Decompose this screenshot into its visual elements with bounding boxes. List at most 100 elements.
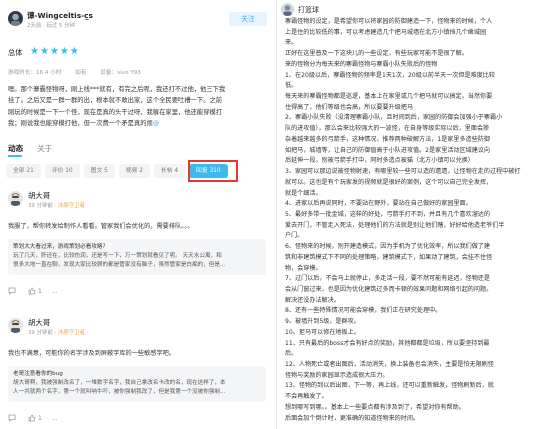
avatar[interactable] — [8, 11, 23, 26]
comment-username[interactable]: 胡大哥 — [28, 317, 50, 328]
tab-activity[interactable]: 动态 — [8, 143, 23, 157]
quoted-line: 玩了几天，肝还在，比较伤润，还是写一下，万一策划就看见了呢。 天天水公寓，和 — [13, 253, 222, 260]
reply-line: 12、人物死亡或者出图后，活动消失，换上装备也会消失，主要是怕无限刷怪 — [285, 361, 494, 368]
reply-line: 后。 — [285, 350, 298, 358]
review-line: 挂了。之后又是一群一群的出，根本就不敢出家，这个全民要吐槽一下。之前 — [8, 97, 223, 105]
user-tag: 冰原守卫者 — [57, 330, 85, 336]
follow-button[interactable]: 关注 — [229, 12, 267, 26]
reply-line: 11、只有最后的boss才会有好点的奖励，其他都都是垃圾，所以要坚持到最 — [285, 339, 490, 347]
star-icon: ★ — [69, 46, 79, 57]
user-tag: 冰原守卫者 — [57, 203, 85, 209]
chip-all[interactable]: 全部 21 — [6, 164, 41, 178]
star-icon: ★ — [49, 46, 59, 57]
username[interactable]: 谭-Wingceltis-c̲s — [27, 10, 93, 21]
mention-link[interactable]: @ — [153, 120, 159, 127]
reply-line: 杂着越来越多的弓箭手，这种情况，推荐两种破解方法，1是家里多造些防御 — [285, 135, 490, 143]
reply-line: 后面会加个倒计时，更准确的知道怪物来的时间。 — [285, 414, 420, 422]
developer-reply-panel: 打篮球 寨霸怪物的设定，是希望你可以将家园的防御建造一下，怪物来的时候，个人 上是… — [277, 0, 554, 429]
chip-long-posts[interactable]: 长帖 4 — [153, 164, 186, 178]
chip-reviews[interactable]: 评价 10 — [44, 164, 80, 178]
chip-videos[interactable]: 视频 2 — [118, 164, 150, 178]
comment-actions: 1 ... — [8, 287, 58, 295]
avatar[interactable] — [281, 3, 294, 16]
reply-line: 来。 — [285, 39, 298, 47]
comment-actions: 1 ... — [8, 414, 58, 422]
more-icon: ... — [51, 414, 58, 422]
reply-line: 9、被墙升到5级，是群攻。 — [285, 318, 360, 326]
reply-button[interactable] — [8, 414, 18, 422]
star-rating: ★ ★ ★ ★ ★ — [30, 47, 79, 57]
reply-line: 6、怪物来的时候，别开建造模式，因为手机为了优化效率，所以我们做了建 — [285, 243, 490, 251]
reply-line: 想到哪写到哪。。基本上一些要点都有涉及到了，希望对你有帮助。 — [285, 403, 465, 411]
like-button[interactable]: 1 — [28, 414, 42, 422]
chip-images[interactable]: 图文 5 — [83, 164, 115, 178]
review-info: 游戏时长：16.4 小时 如有 设备：vivo Y93 — [8, 68, 153, 76]
avatar[interactable] — [8, 318, 23, 333]
reply-line: 来的怪物分为每天来的寨霸怪物与寨霸小队失败后的怪物 — [285, 60, 438, 68]
comment-icon — [8, 287, 16, 295]
quoted-post[interactable]: 老哥注意看你的bug 胡大哥啊，我被强制改名了，一堆数字名字，我自己拿改名卡改的… — [8, 366, 266, 402]
avatar-image — [281, 3, 294, 16]
review-text: 嗯。那个寨霸怪物呀，刚上线***就有，有完之后呢，我还打不过他，他三下我 挂了。… — [8, 84, 270, 130]
reply-line: 4、进家以后再说同时，不要站在野外，要站在自己做好的家园里面。 — [285, 200, 472, 208]
reply-line: 会从门窗过来，也是因为优化建筑过多而卡顿的效果问题和网络引起的问题。 — [285, 285, 493, 293]
comment-text: 我也不满意，可能你的名字涉及到屏蔽字库的一些敏感字吧。 — [8, 350, 176, 357]
comment-text: 我服了，帮你转发给制作人看看。管家我们会优化的，需要排队。。。 — [8, 223, 194, 230]
playtime: 游戏时长：16.4 小时 — [8, 70, 62, 76]
reply-line: 3、家园可以那边说被怪物射速，有哪里较一些可以造的遗遗，让怪物在走的过程中被打 — [285, 168, 521, 176]
review-panel: 谭-Wingceltis-c̲s 2天前 · 玩过 5 分钟 关注 总体 ★ ★… — [0, 0, 276, 429]
reply-line: 每天来的寨霸怪物都是巡逻，基本上在家里或几个把马就可以搞定。当然你要 — [285, 93, 493, 101]
reply-line: 后延伸一段，别被弓箭手打中，同时多造点被猫（北方小镇可以兑换） — [285, 157, 474, 165]
device: 设备：vivo Y93 — [100, 70, 141, 76]
review-line: 嗯。那个寨霸怪物呀，刚上线***就有，有完之后呢，我还打不过他，他三下我 — [8, 86, 226, 93]
quoted-post[interactable]: 策划大大看过来，游戏策划必看攻略？ 玩了几天，肝还在，比较伤润，还是写一下，万一… — [8, 239, 266, 275]
reply-line: 8、还有一些特殊情况可能会穿模，我们正在研究处理中。 — [285, 307, 442, 315]
reply-line: 5、最好多带一批金城，这样的好处，弓箭手打不到，并且有几个喜欢溜达的 — [285, 210, 490, 218]
reply-line: 不会再触发了。 — [285, 393, 328, 401]
reply-line: 7、过门以后，不会马上就停止，多走活一段，要不然可能有延迟，怪物还是 — [285, 275, 490, 283]
reply-author[interactable]: 打篮球 — [298, 5, 319, 15]
like-status: 如有 — [75, 70, 87, 76]
quoted-line: 胡大哥啊，我被强制改名了，一堆数字名字，我自己拿改名卡改的名，现在这样了，本 — [13, 380, 226, 387]
reply-line: 上是住的比较低的事，可以考虑建造几个把马城墙在北方小镇挡几个凿城园 — [285, 28, 487, 36]
tab-about[interactable]: 关于 — [37, 143, 52, 154]
quoted-line: 很多大地一直在聊，发现大家比较顾的都是管家没有脑子，虽然管家是白痴的，但是... — [13, 262, 226, 269]
review-line: 刚玩的时候是一下一个怪，现在是真的头干过呀，我躲在家里，他还能穿模打 — [8, 108, 223, 116]
review-time: 2天前 · 玩过 5 分钟 — [27, 23, 75, 29]
reply-line: 爱去开门，不管走入死法，处理他们的方法就是别让他们瞎，好好给他造老爷们半 — [285, 221, 505, 229]
more-button[interactable]: ... — [52, 288, 58, 295]
reply-line: 就是个细活。 — [285, 189, 322, 197]
avatar-image — [8, 191, 23, 206]
comment-icon — [8, 414, 16, 422]
comment-meta: 39 分钟前 · 冰原守卫者 — [28, 203, 85, 209]
like-button[interactable]: 1 — [28, 287, 42, 295]
reply-line: 户门。 — [285, 232, 304, 240]
reply-body: 寨霸怪物的设定，是希望你可以将家园的防御建造一下，怪物来的时候，个人 上是住的比较… — [285, 17, 551, 424]
more-icon: ... — [51, 287, 58, 295]
reply-line: 怪物与奖励的家园显示造成很大压力。 — [285, 371, 389, 379]
reply-line: 低。 — [285, 82, 298, 90]
reply-line: 正好在这里普及一下这块儿的一些设定，有些玩家可能不是很了解。 — [285, 50, 468, 58]
avatar[interactable] — [8, 191, 23, 206]
reply-line: 就可以。这也是有个玩家发的视频就是很好的案例，这个可以自己完全发挥， — [285, 178, 493, 186]
reply-line: 解决还没办法解决。 — [285, 296, 340, 304]
star-icon: ★ — [39, 46, 49, 57]
profile-tabs: 动态 关于 — [8, 143, 52, 157]
reply-line: 队的进攻值），那么会来比较强大的一波怪，在自身等级实际以后，里面会掺 — [285, 125, 490, 133]
reply-line: 2、寨霸小队失败（没清理寨霸小队，且时间到后，家园的防御会加强小于寨霸小 — [285, 114, 503, 122]
reply-line: 住得高了，他们等级也会高，所以要要升级把马 — [285, 103, 413, 111]
reply-line: 筑和非建筑模式下不同的处理策略，建筑模式下，如果动了建筑，会挂不住怪 — [285, 253, 493, 261]
quoted-line: 人一共就两个名字，第一个就叫呐牛吓，被你强制我改了，但是我第一个没被你强制... — [13, 389, 226, 396]
reply-button[interactable] — [8, 287, 18, 295]
avatar-image — [8, 11, 23, 26]
comment-username[interactable]: 胡大哥 — [28, 190, 50, 201]
star-icon: ★ — [30, 46, 39, 57]
reply-line: 寨霸怪物的设定，是希望你可以将家园的防御建造一下，怪物来的时候，个人 — [285, 18, 493, 25]
reply-line: 1、在20级以后，寨霸怪物的频率是1天1次，20级以前半天一次但是难度比较 — [285, 71, 495, 79]
highlight-box — [188, 160, 238, 182]
avatar-image — [8, 318, 23, 333]
thumbs-up-icon — [28, 287, 36, 295]
overall-label: 总体 — [8, 48, 23, 57]
more-button[interactable]: ... — [52, 415, 58, 422]
reply-line: 如把马，城墙等，让自己的防御值高于小队进攻值。2是家里活动区域建议向 — [285, 146, 490, 154]
